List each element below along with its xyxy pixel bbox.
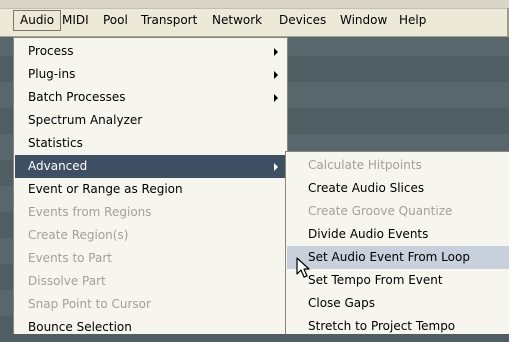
menu-transport[interactable]: Transport xyxy=(134,10,204,31)
menu-audio[interactable]: Audio xyxy=(13,10,62,31)
menu-item-dissolve-part[interactable]: Dissolve Part xyxy=(15,270,286,293)
menu-bar: Audio MIDI Pool Transport Network Device… xyxy=(0,0,509,37)
chevron-right-icon xyxy=(274,48,278,56)
menu-item-label: Stretch to Project Tempo xyxy=(308,319,456,333)
menu-item-label: Event or Range as Region xyxy=(28,182,183,196)
menu-item-label: Create Groove Quantize xyxy=(308,204,453,218)
menu-item-batch-processes[interactable]: Batch Processes xyxy=(15,86,286,109)
chevron-right-icon xyxy=(274,71,278,79)
menu-network[interactable]: Network xyxy=(205,10,269,31)
audio-menu: Process Plug-ins Batch Processes Spectru… xyxy=(13,37,288,334)
menu-item-label: Create Audio Slices xyxy=(308,181,425,195)
menu-item-plug-ins[interactable]: Plug-ins xyxy=(15,63,286,86)
menu-item-label: Create Region(s) xyxy=(28,228,129,242)
chevron-right-icon xyxy=(274,94,278,102)
menu-devices[interactable]: Devices xyxy=(272,10,333,31)
menu-item-label: Snap Point to Cursor xyxy=(28,297,151,311)
menu-item-snap-point-to-cursor[interactable]: Snap Point to Cursor xyxy=(15,293,286,316)
menu-item-event-or-range-as-region[interactable]: Event or Range as Region xyxy=(15,178,286,201)
menu-item-label: Statistics xyxy=(28,136,83,150)
menu-item-label: Spectrum Analyzer xyxy=(28,113,143,127)
advanced-submenu: Calculate Hitpoints Create Audio Slices … xyxy=(285,151,509,334)
menu-item-spectrum-analyzer[interactable]: Spectrum Analyzer xyxy=(15,109,286,132)
submenu-item-set-audio-event-from-loop[interactable]: Set Audio Event From Loop xyxy=(287,246,509,269)
menu-item-advanced[interactable]: Advanced xyxy=(15,155,286,178)
menu-item-label: Batch Processes xyxy=(28,90,126,104)
menu-item-bounce-selection[interactable]: Bounce Selection xyxy=(15,316,286,339)
menu-item-statistics[interactable]: Statistics xyxy=(15,132,286,155)
menu-item-label: Advanced xyxy=(28,159,88,173)
menu-item-label: Close Gaps xyxy=(308,296,376,310)
menu-item-label: Set Audio Event From Loop xyxy=(308,250,470,264)
submenu-item-divide-audio-events[interactable]: Divide Audio Events xyxy=(287,223,509,246)
submenu-item-set-tempo-from-event[interactable]: Set Tempo From Event xyxy=(287,269,509,292)
menu-item-label: Events to Part xyxy=(28,251,112,265)
menu-pool[interactable]: Pool xyxy=(96,10,135,31)
menu-item-label: Calculate Hitpoints xyxy=(308,158,422,172)
menu-item-label: Process xyxy=(28,44,74,58)
menu-window[interactable]: Window xyxy=(333,10,394,31)
menu-midi[interactable]: MIDI xyxy=(55,10,96,31)
menu-item-events-from-regions[interactable]: Events from Regions xyxy=(15,201,286,224)
menu-item-label: Events from Regions xyxy=(28,205,152,219)
submenu-item-create-groove-quantize[interactable]: Create Groove Quantize xyxy=(287,200,509,223)
chevron-right-icon xyxy=(274,163,278,171)
window-frame xyxy=(0,0,509,9)
menu-help[interactable]: Help xyxy=(392,10,433,31)
submenu-item-close-gaps[interactable]: Close Gaps xyxy=(287,292,509,315)
menu-item-create-regions[interactable]: Create Region(s) xyxy=(15,224,286,247)
menu-item-process[interactable]: Process xyxy=(15,40,286,63)
submenu-item-calculate-hitpoints[interactable]: Calculate Hitpoints xyxy=(287,154,509,177)
submenu-item-stretch-to-project-tempo[interactable]: Stretch to Project Tempo xyxy=(287,315,509,338)
menu-item-label: Plug-ins xyxy=(28,67,76,81)
menu-item-label: Set Tempo From Event xyxy=(308,273,443,287)
menu-item-events-to-part[interactable]: Events to Part xyxy=(15,247,286,270)
menu-item-label: Bounce Selection xyxy=(28,320,132,334)
menu-item-label: Divide Audio Events xyxy=(308,227,429,241)
submenu-item-create-audio-slices[interactable]: Create Audio Slices xyxy=(287,177,509,200)
menu-item-label: Dissolve Part xyxy=(28,274,106,288)
mouse-pointer-icon xyxy=(296,257,310,278)
